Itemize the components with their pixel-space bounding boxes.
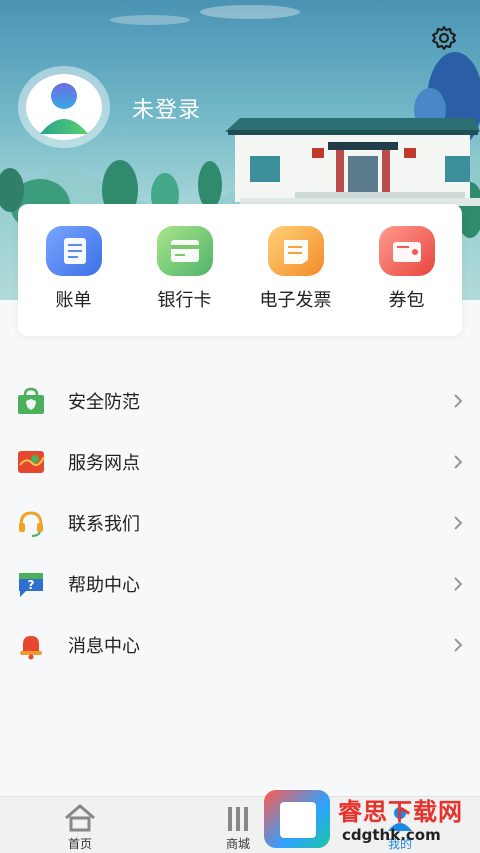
- map-location-icon: [18, 450, 45, 473]
- shortcut-label: 电子发票: [259, 290, 332, 311]
- gear-icon[interactable]: [430, 24, 458, 52]
- menu-label: 消息中心: [68, 635, 140, 657]
- nav-tab-home[interactable]: 首页: [50, 803, 110, 852]
- menu-label: 安全防范: [68, 391, 140, 413]
- shortcut-label: 账单: [55, 290, 92, 311]
- bank-card-icon: [156, 226, 213, 276]
- shortcut-card: 账单 银行卡 电子发票 券包: [18, 204, 462, 336]
- chevron-right-icon: [454, 576, 463, 591]
- coupon-wallet-icon: [378, 226, 435, 276]
- nav-tab-mall[interactable]: 商城: [208, 803, 268, 852]
- chevron-right-icon: [454, 393, 463, 408]
- user-avatar-icon[interactable]: [18, 66, 110, 148]
- menu-item-security[interactable]: 安全防范: [0, 370, 480, 431]
- watermark-url: cdgthk.com: [342, 826, 441, 844]
- nav-label: 首页: [67, 837, 92, 851]
- menu-label: 帮助中心: [68, 574, 140, 596]
- shield-bag-icon: [18, 387, 44, 414]
- login-status-text[interactable]: 未登录: [132, 92, 201, 124]
- watermark-title: 睿思下载网: [338, 798, 463, 826]
- menu-item-contact-us[interactable]: 联系我们: [0, 492, 480, 553]
- site-watermark: 睿思下载网 cdgthk.com: [262, 788, 480, 850]
- home-icon: [65, 804, 95, 832]
- nav-label: 商城: [225, 837, 250, 851]
- shortcut-bank-card[interactable]: 银行卡: [135, 226, 235, 336]
- store-icon: [228, 807, 248, 831]
- menu-list: 安全防范 服务网点 联系我们 ? 帮助中心 消息中心: [0, 370, 480, 675]
- bill-icon: [45, 226, 102, 276]
- watermark-logo-icon: [264, 790, 330, 848]
- menu-item-help-center[interactable]: ? 帮助中心: [0, 553, 480, 614]
- shortcut-label: 银行卡: [157, 290, 212, 311]
- e-invoice-icon: [267, 226, 324, 276]
- chevron-right-icon: [454, 454, 463, 469]
- shortcut-e-invoice[interactable]: 电子发票: [246, 226, 346, 336]
- shortcut-label: 券包: [388, 290, 425, 311]
- shortcut-coupon[interactable]: 券包: [357, 226, 457, 336]
- shortcut-bill[interactable]: 账单: [24, 226, 124, 336]
- menu-label: 联系我们: [68, 513, 140, 535]
- help-question-icon: ?: [19, 572, 43, 597]
- bell-icon: [20, 635, 42, 659]
- menu-item-message-center[interactable]: 消息中心: [0, 614, 480, 675]
- chevron-right-icon: [454, 637, 463, 652]
- chevron-right-icon: [454, 515, 463, 530]
- svg-text:?: ?: [28, 578, 35, 592]
- menu-item-service-outlets[interactable]: 服务网点: [0, 431, 480, 492]
- headset-icon: [19, 510, 43, 537]
- menu-label: 服务网点: [68, 452, 140, 474]
